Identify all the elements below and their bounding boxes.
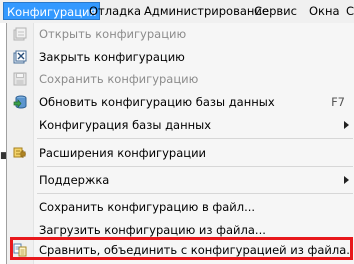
menu-item-close-config[interactable]: Закрыть конфигурацию	[7, 47, 354, 67]
menu-item-save-config-label: Сохранить конфигурацию	[39, 72, 199, 86]
shortcut-f7: F7	[331, 95, 345, 109]
menu-item-open-config[interactable]: Открыть конфигурацию	[7, 24, 354, 44]
menu-servis-label: Сервис	[254, 4, 297, 18]
configuration-menu-dropdown: Открыть конфигурацию Закрыть конфигураци…	[6, 23, 354, 264]
menu-item-open-config-label: Открыть конфигурацию	[39, 27, 187, 41]
menu-servis[interactable]: Сервис	[251, 2, 300, 20]
menu-item-db-config-label: Конфигурация базы данных	[39, 118, 212, 132]
menu-bar: Конфигурация Отладка Администрирование С…	[0, 0, 354, 24]
update-db-config-icon	[13, 95, 27, 109]
menu-item-extensions[interactable]: Расширения конфигурации	[7, 143, 354, 163]
menu-item-db-config-submenu[interactable]: Конфигурация базы данных	[7, 115, 354, 135]
menu-otladka[interactable]: Отладка	[86, 2, 144, 20]
menu-separator	[37, 138, 353, 139]
red-highlight-annotation	[10, 237, 353, 260]
menu-spravka[interactable]: Сп	[343, 2, 354, 20]
menu-otladka-label: Отладка	[89, 4, 142, 18]
menu-item-support-label: Поддержка	[39, 173, 110, 187]
open-config-icon	[13, 27, 27, 41]
menu-item-close-config-label: Закрыть конфигурацию	[39, 50, 185, 64]
menu-okna[interactable]: Окна	[306, 2, 343, 20]
menu-spravka-label: Сп	[346, 4, 354, 18]
menu-item-save-config-to-file-label: Сохранить конфигурацию в файл...	[39, 200, 256, 214]
menu-separator	[37, 166, 353, 167]
menu-item-update-db-config[interactable]: Обновить конфигурацию базы данных F7	[7, 92, 354, 112]
close-config-icon	[13, 50, 27, 64]
menu-item-save-config[interactable]: Сохранить конфигурацию	[7, 69, 354, 89]
submenu-arrow-icon	[344, 121, 349, 129]
menu-item-update-db-config-label: Обновить конфигурацию базы данных	[39, 95, 275, 109]
extensions-icon	[13, 147, 26, 158]
menu-konfiguratsiya-label: Конфигурация	[7, 5, 97, 19]
menu-item-extensions-label: Расширения конфигурации	[39, 146, 207, 160]
menu-separator	[37, 193, 353, 194]
menu-item-support-submenu[interactable]: Поддержка	[7, 170, 354, 190]
save-config-icon	[13, 72, 27, 86]
menu-item-save-config-to-file[interactable]: Сохранить конфигурацию в файл...	[7, 197, 354, 217]
menu-okna-label: Окна	[309, 4, 340, 18]
submenu-arrow-icon	[344, 176, 349, 184]
